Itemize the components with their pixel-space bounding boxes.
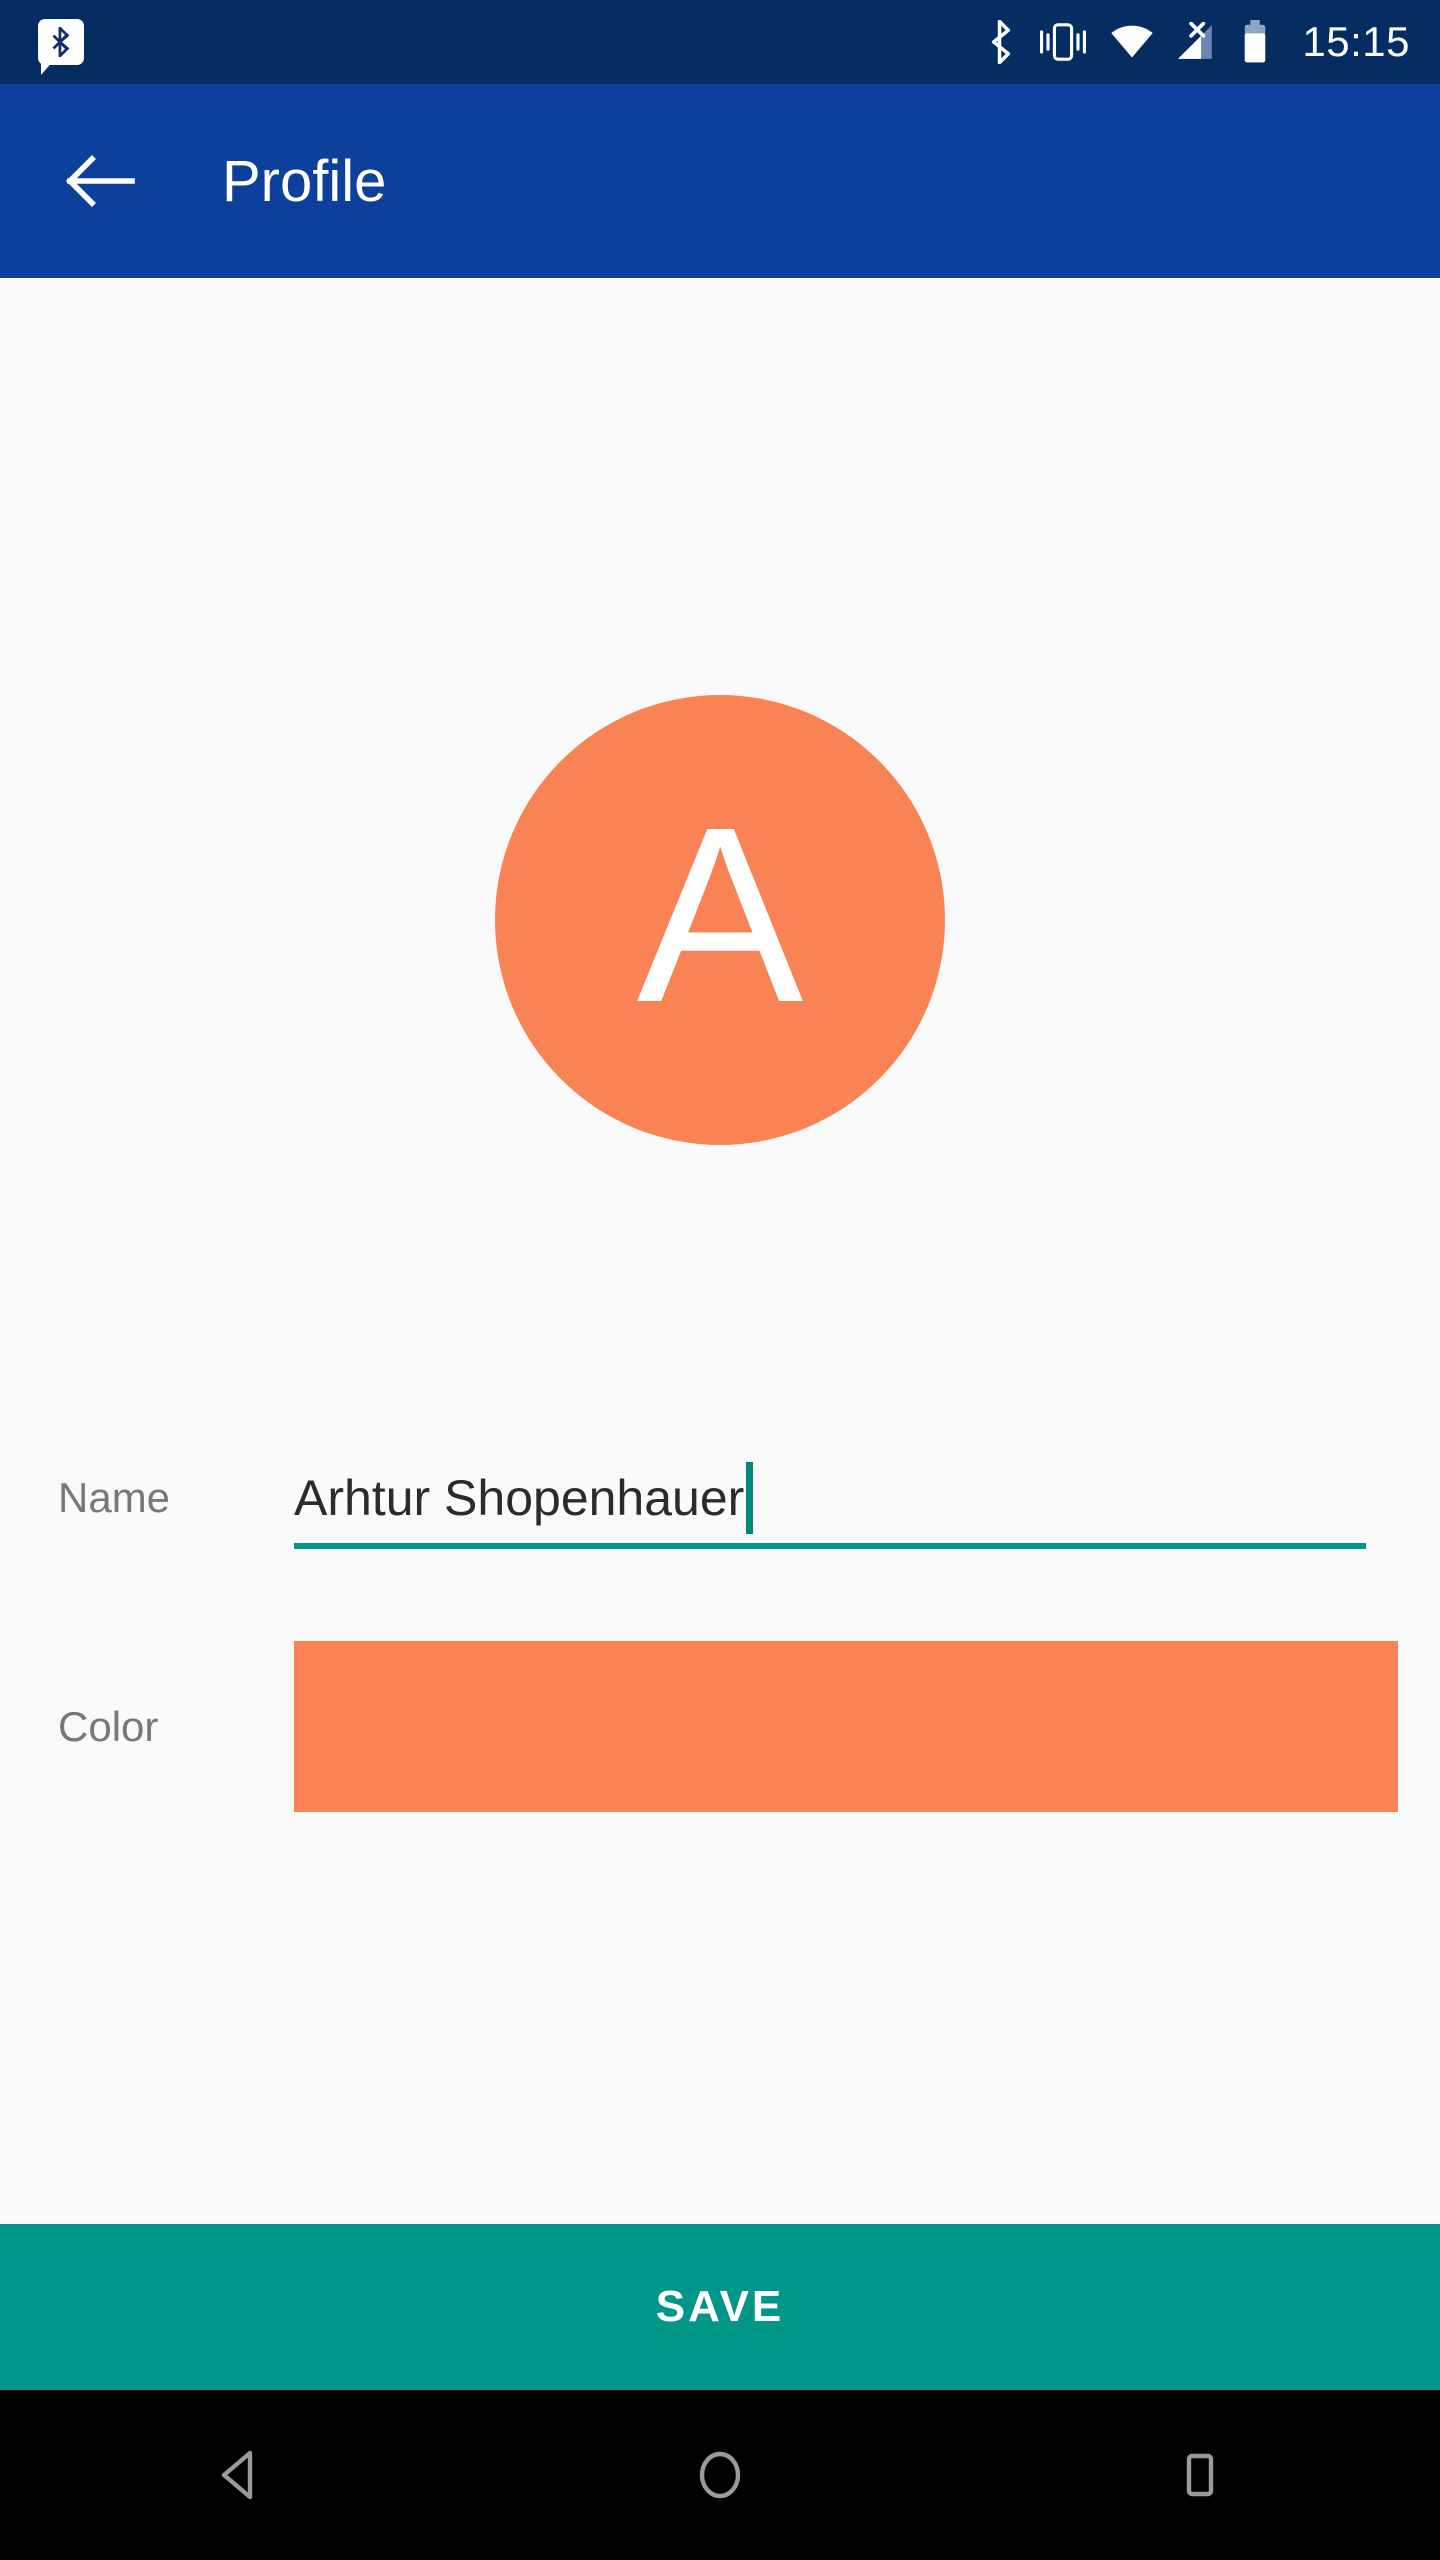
- battery-icon: [1245, 20, 1266, 63]
- name-input-underline: [294, 1543, 1366, 1549]
- page-title: Profile: [222, 148, 387, 214]
- cellular-signal-off-icon: [1178, 22, 1213, 59]
- status-bar: 15:15: [0, 0, 1440, 84]
- avatar-initial: A: [636, 775, 804, 1054]
- vibrate-icon: [1040, 23, 1087, 61]
- name-input[interactable]: Arhtur Shopenhauer: [280, 1433, 1370, 1563]
- nav-home-button[interactable]: [630, 2390, 810, 2560]
- arrow-left-icon: [66, 155, 135, 207]
- back-button[interactable]: [52, 133, 148, 229]
- bluetooth-notification-icon: [38, 19, 84, 75]
- save-button-label: SAVE: [655, 2282, 785, 2331]
- text-caret: [746, 1462, 754, 1534]
- name-field-label: Name: [58, 1474, 171, 1521]
- app-bar: Profile: [0, 84, 1440, 278]
- wifi-icon: [1111, 25, 1154, 58]
- color-field-row: Color: [0, 1641, 1440, 1812]
- status-bar-clock: 15:15: [1302, 18, 1410, 65]
- status-bar-system-icons: 15:15: [986, 18, 1410, 66]
- name-field-row: Name Arhtur Shopenhauer: [0, 1433, 1440, 1563]
- nav-recents-button[interactable]: [1110, 2390, 1290, 2560]
- bluetooth-icon: [992, 20, 1011, 64]
- square-recents-icon: [1186, 2453, 1214, 2497]
- color-swatch[interactable]: [294, 1641, 1398, 1812]
- name-input-value: Arhtur Shopenhauer: [294, 1470, 745, 1526]
- status-bar-notifications: [38, 19, 986, 75]
- android-profile-screen: 15:15 Profile A Arhtur Shopenhauer Name …: [0, 0, 1440, 2560]
- nav-back-button[interactable]: [150, 2390, 330, 2560]
- circle-home-icon: [699, 2451, 741, 2499]
- triangle-back-icon: [221, 2450, 253, 2500]
- color-field-label: Color: [58, 1702, 159, 1750]
- profile-content: A Arhtur Shopenhauer Name Arhtur Shopenh…: [0, 278, 1440, 2281]
- save-button[interactable]: SAVE: [0, 2224, 1440, 2390]
- avatar[interactable]: A: [495, 695, 945, 1145]
- bluetooth-glyph: [52, 27, 70, 57]
- android-navigation-bar: [0, 2390, 1440, 2560]
